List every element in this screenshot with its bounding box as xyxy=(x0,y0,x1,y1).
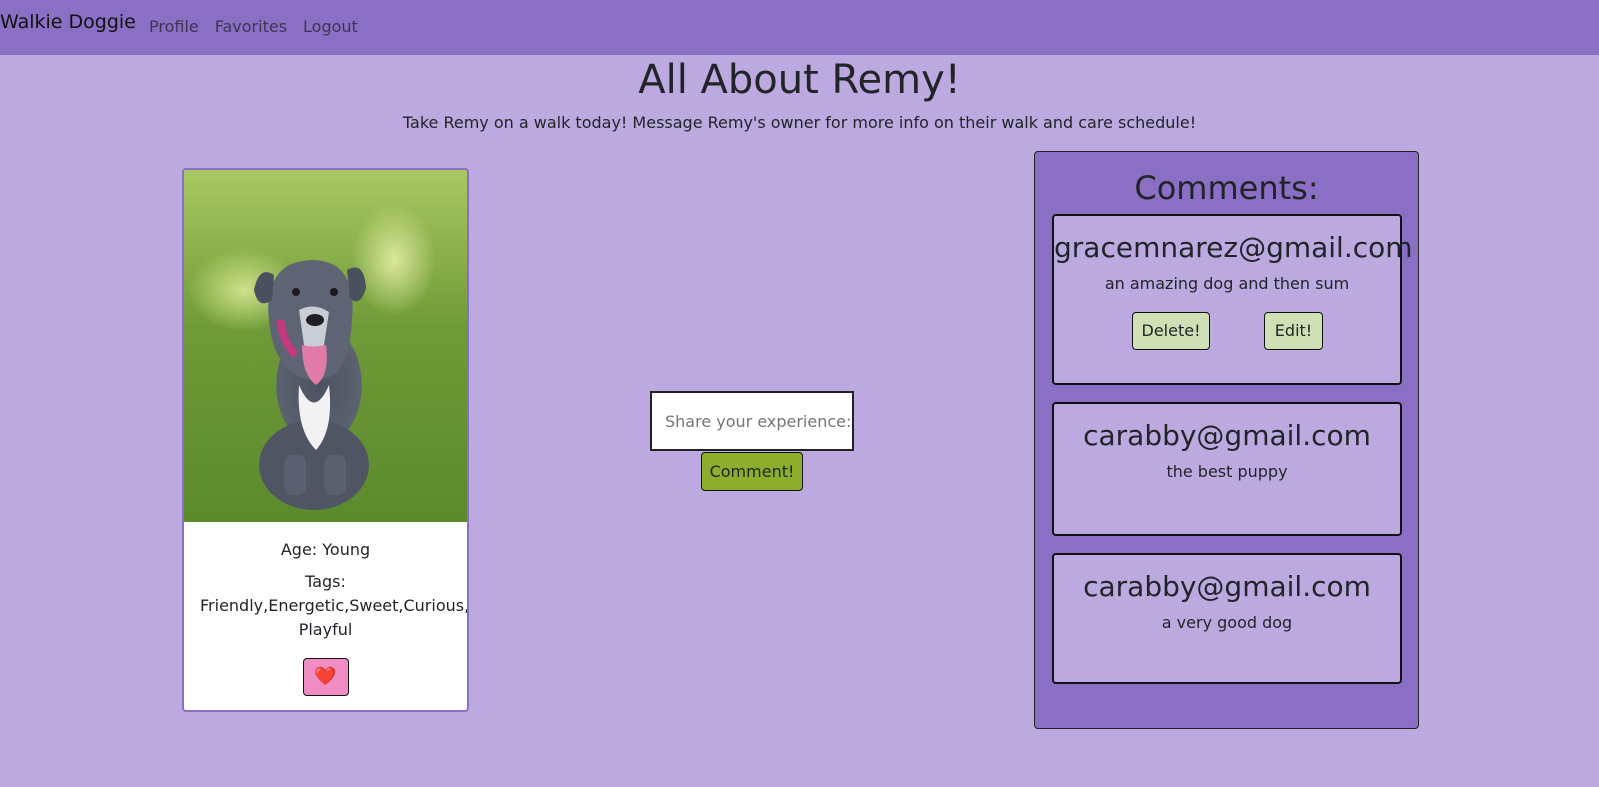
comment-author: carabby@gmail.com xyxy=(1083,419,1371,452)
dog-card-body: Age: Young Tags: Friendly,Energetic,Swee… xyxy=(184,522,467,696)
dog-tags: Tags: Friendly,Energetic,Sweet,Curious, … xyxy=(184,570,467,642)
comments-panel: Comments: gracemnarez@gmail.com an amazi… xyxy=(1034,151,1419,729)
delete-comment-button[interactable]: Delete! xyxy=(1132,312,1210,350)
page-subtitle: Take Remy on a walk today! Message Remy'… xyxy=(402,113,1197,132)
comment-text: an amazing dog and then sum xyxy=(1104,274,1350,293)
brand-link[interactable]: Walkie Doggie xyxy=(0,10,136,34)
comment-author: carabby@gmail.com xyxy=(1083,570,1371,603)
dog-photo xyxy=(184,170,467,522)
comment-card: gracemnarez@gmail.com an amazing dog and… xyxy=(1052,214,1413,385)
comment-input[interactable] xyxy=(650,391,854,451)
comment-form: Comment! xyxy=(650,391,854,491)
comment-card: carabby@gmail.com a very good dog xyxy=(1052,553,1402,684)
nav-link-logout[interactable]: Logout xyxy=(303,16,358,38)
dog-card: Age: Young Tags: Friendly,Energetic,Swee… xyxy=(182,168,469,712)
comment-text: the best puppy xyxy=(1166,462,1288,481)
navbar: Walkie Doggie Profile Favorites Logout xyxy=(0,0,1599,55)
nav-link-favorites[interactable]: Favorites xyxy=(215,16,287,38)
page-title: All About Remy! xyxy=(638,57,961,103)
comments-title: Comments: xyxy=(1134,169,1319,207)
comment-author: gracemnarez@gmail.com xyxy=(1054,231,1413,264)
dog-age: Age: Young xyxy=(280,540,371,559)
comment-card: carabby@gmail.com the best puppy xyxy=(1052,402,1402,536)
dog-tags-list-cont: Playful xyxy=(298,620,353,639)
nav-link-profile[interactable]: Profile xyxy=(149,16,199,38)
favorite-button[interactable]: ❤️ xyxy=(302,658,349,696)
nav-links: Profile Favorites Logout xyxy=(149,16,374,38)
comment-submit-button[interactable]: Comment! xyxy=(701,452,803,491)
dog-tags-list: Friendly,Energetic,Sweet,Curious, xyxy=(200,596,469,615)
comment-text: a very good dog xyxy=(1161,613,1293,632)
heart-icon: ❤️ xyxy=(314,666,337,687)
dog-tags-label: Tags: xyxy=(305,572,346,591)
edit-comment-button[interactable]: Edit! xyxy=(1264,312,1323,350)
comment-actions: Delete! Edit! xyxy=(1054,312,1400,352)
